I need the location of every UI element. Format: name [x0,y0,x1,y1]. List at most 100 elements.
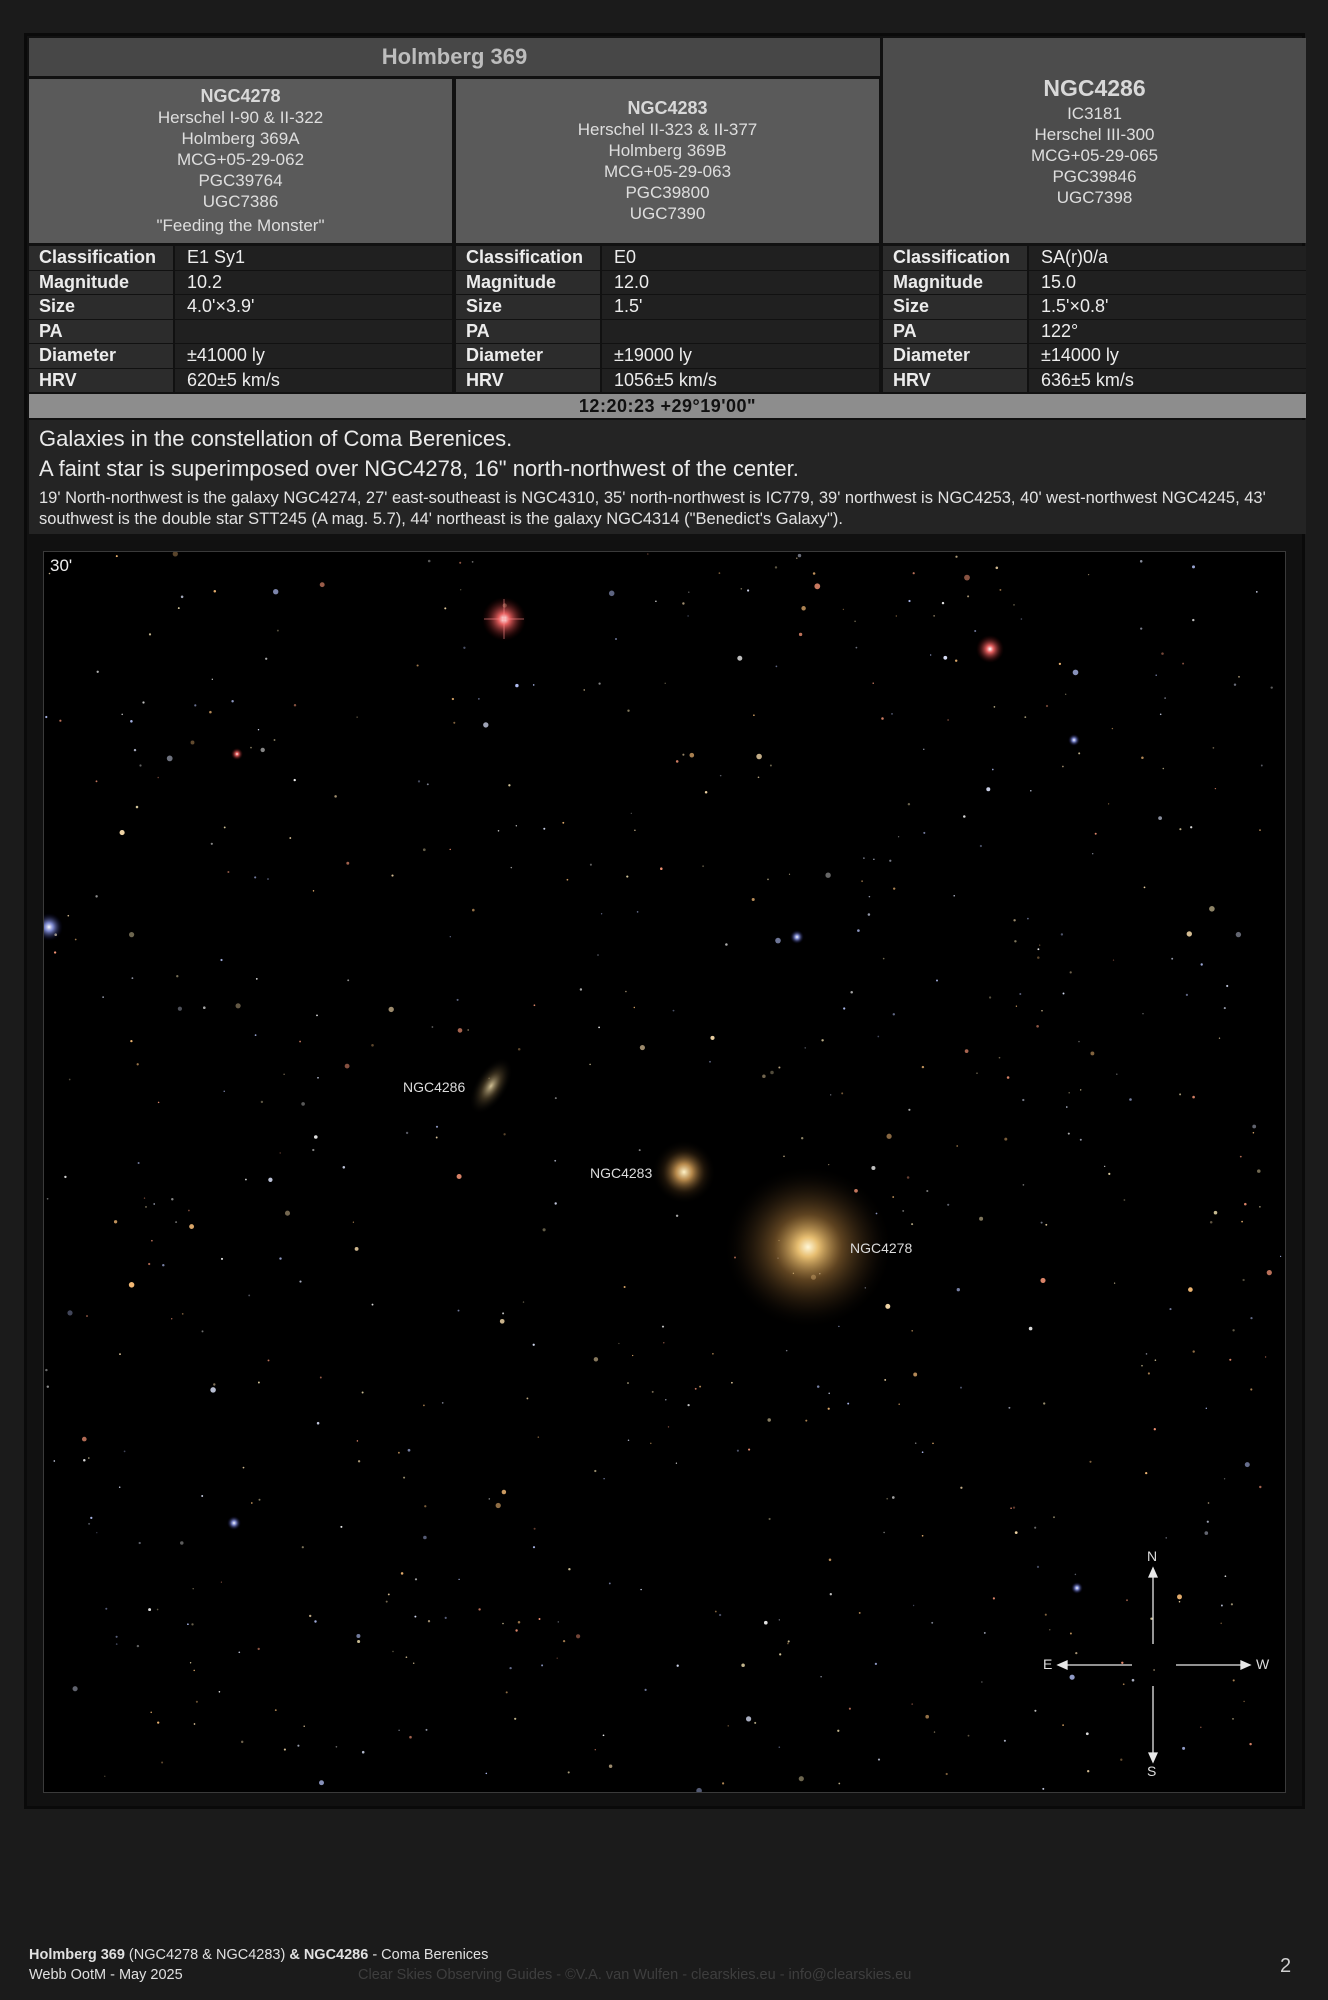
property-row: Size 1.5'×0.8' [883,295,1306,320]
footer-title-tail: - Coma Berenices [368,1947,489,1963]
alias: PGC39800 [625,183,710,202]
property-row: Magnitude 12.0 [456,270,879,295]
properties-ngc4286: Classification SA(r)0/a Magnitude 15.0 Siz… [883,246,1306,393]
property-value: 620±5 km/s [175,368,452,392]
coordinates-bar: 12:20:23 +29°19'00" [29,394,1306,418]
compass-east: E [1043,1656,1053,1672]
property-key: Size [29,295,173,319]
compass-west: W [1256,1656,1270,1672]
star [1285,759,1286,761]
property-key: Diameter [29,344,173,368]
property-value: 122° [1029,319,1306,343]
property-key: Size [456,295,600,319]
property-value: SA(r)0/a [1029,246,1306,270]
property-value: 1.5' [602,295,879,319]
alias: Holmberg 369B [608,141,727,160]
compass-north: N [1147,1548,1158,1564]
object-name: NGC4278 [200,86,281,106]
alias: MCG+05-29-063 [603,162,732,181]
property-value [175,319,452,343]
description-line: Galaxies in the constellation of Coma Be… [39,426,513,451]
property-key: Magnitude [883,270,1027,294]
footer-title-bold: Holmberg 369 [29,1947,125,1963]
footer-title-mid: (NGC4278 & NGC4283) [124,1947,290,1963]
alias: Herschel II-323 & II-377 [577,120,758,139]
property-row: Diameter ±41000 ly [29,344,452,369]
property-key: PA [456,319,600,343]
page-number: 2 [1280,1955,1292,1977]
object-header-ngc4278: NGC4278 Herschel I-90 & II-322 Holmberg … [29,79,452,243]
property-value: 4.0'×3.9' [175,295,452,319]
property-key: Classification [883,246,1027,270]
sky-image: 30' NGC4286 NGC4283 NGC4278 N S E W [43,551,1286,1793]
footer-title: Holmberg 369 (NGC4278 & NGC4283) & NGC42… [29,1947,488,1963]
alias: IC3181 [1067,104,1122,123]
property-value: 12.0 [602,270,879,294]
property-key: Diameter [456,344,600,368]
property-key: HRV [456,368,600,392]
nickname: "Feeding the Monster" [156,216,325,235]
description-line: A faint star is superimposed over NGC427… [39,456,799,481]
alias: UGC7398 [1056,188,1133,207]
compass-rose [1056,1566,1252,1764]
compass-south: S [1147,1763,1157,1779]
property-value: ±41000 ly [175,344,452,368]
property-value [602,319,879,343]
property-row: HRV 1056±5 km/s [456,368,879,393]
property-value: 10.2 [175,270,452,294]
footer-title-bold: NGC4286 [303,1947,369,1963]
property-value: E1 Sy1 [175,246,452,270]
properties-ngc4278: Classification E1 Sy1 Magnitude 10.2 Size 4… [29,246,452,393]
footer-credits: Clear Skies Observing Guides - ©V.A. van… [358,1967,912,1983]
object-header-ngc4283: NGC4283 Herschel II-323 & II-377 Holmber… [456,79,879,243]
alias: MCG+05-29-062 [176,150,305,169]
group-title: Holmberg 369 [29,38,880,76]
property-row: Classification E1 Sy1 [29,246,452,271]
property-row: Magnitude 15.0 [883,270,1306,295]
alias: UGC7390 [629,204,706,223]
property-value: 1.5'×0.8' [1029,295,1306,319]
property-value: ±14000 ly [1029,344,1306,368]
property-row: Diameter ±14000 ly [883,344,1306,369]
property-value: 1056±5 km/s [602,368,879,392]
object-header-ngc4286: NGC4286 IC3181 Herschel III-300 MCG+05-2… [883,38,1306,243]
property-key: Magnitude [456,270,600,294]
property-key: PA [883,319,1027,343]
alias: MCG+05-29-065 [1030,146,1159,165]
property-row: HRV 620±5 km/s [29,368,452,393]
property-row: PA 122° [883,319,1306,344]
property-key: PA [29,319,173,343]
property-row: Diameter ±19000 ly [456,344,879,369]
property-row: PA [29,319,452,344]
property-value: ±19000 ly [602,344,879,368]
footer-title-amp: & [289,1947,304,1963]
alias: PGC39846 [1052,167,1137,186]
property-row: Magnitude 10.2 [29,270,452,295]
property-row: Classification SA(r)0/a [883,246,1306,271]
property-value: 15.0 [1029,270,1306,294]
alias: Herschel III-300 [1034,125,1155,144]
property-row: Size 4.0'×3.9' [29,295,452,320]
observing-sheet: Holmberg 369 NGC4278 Herschel I-90 & II-… [24,33,1306,1809]
alias: UGC7386 [202,192,279,211]
property-key: Classification [29,246,173,270]
property-value: 636±5 km/s [1029,368,1306,392]
property-key: Diameter [883,344,1027,368]
description-panel: Galaxies in the constellation of Coma Be… [29,420,1306,534]
property-key: Size [883,295,1027,319]
footer-subtitle: Webb OotM - May 2025 [29,1967,183,1983]
property-row: Classification E0 [456,246,879,271]
properties-ngc4283: Classification E0 Magnitude 12.0 Size 1.5' … [456,246,879,393]
alias: Holmberg 369A [181,129,300,148]
property-key: HRV [883,368,1027,392]
alias: Herschel I-90 & II-322 [157,108,324,127]
alias: PGC39764 [198,171,283,190]
description-detail: 19' North-northwest is the galaxy NGC427… [39,489,1266,528]
object-name: NGC4283 [627,98,708,118]
property-key: Classification [456,246,600,270]
property-key: Magnitude [29,270,173,294]
property-row: PA [456,319,879,344]
property-value: E0 [602,246,879,270]
property-key: HRV [29,368,173,392]
object-name: NGC4286 [1043,75,1146,101]
